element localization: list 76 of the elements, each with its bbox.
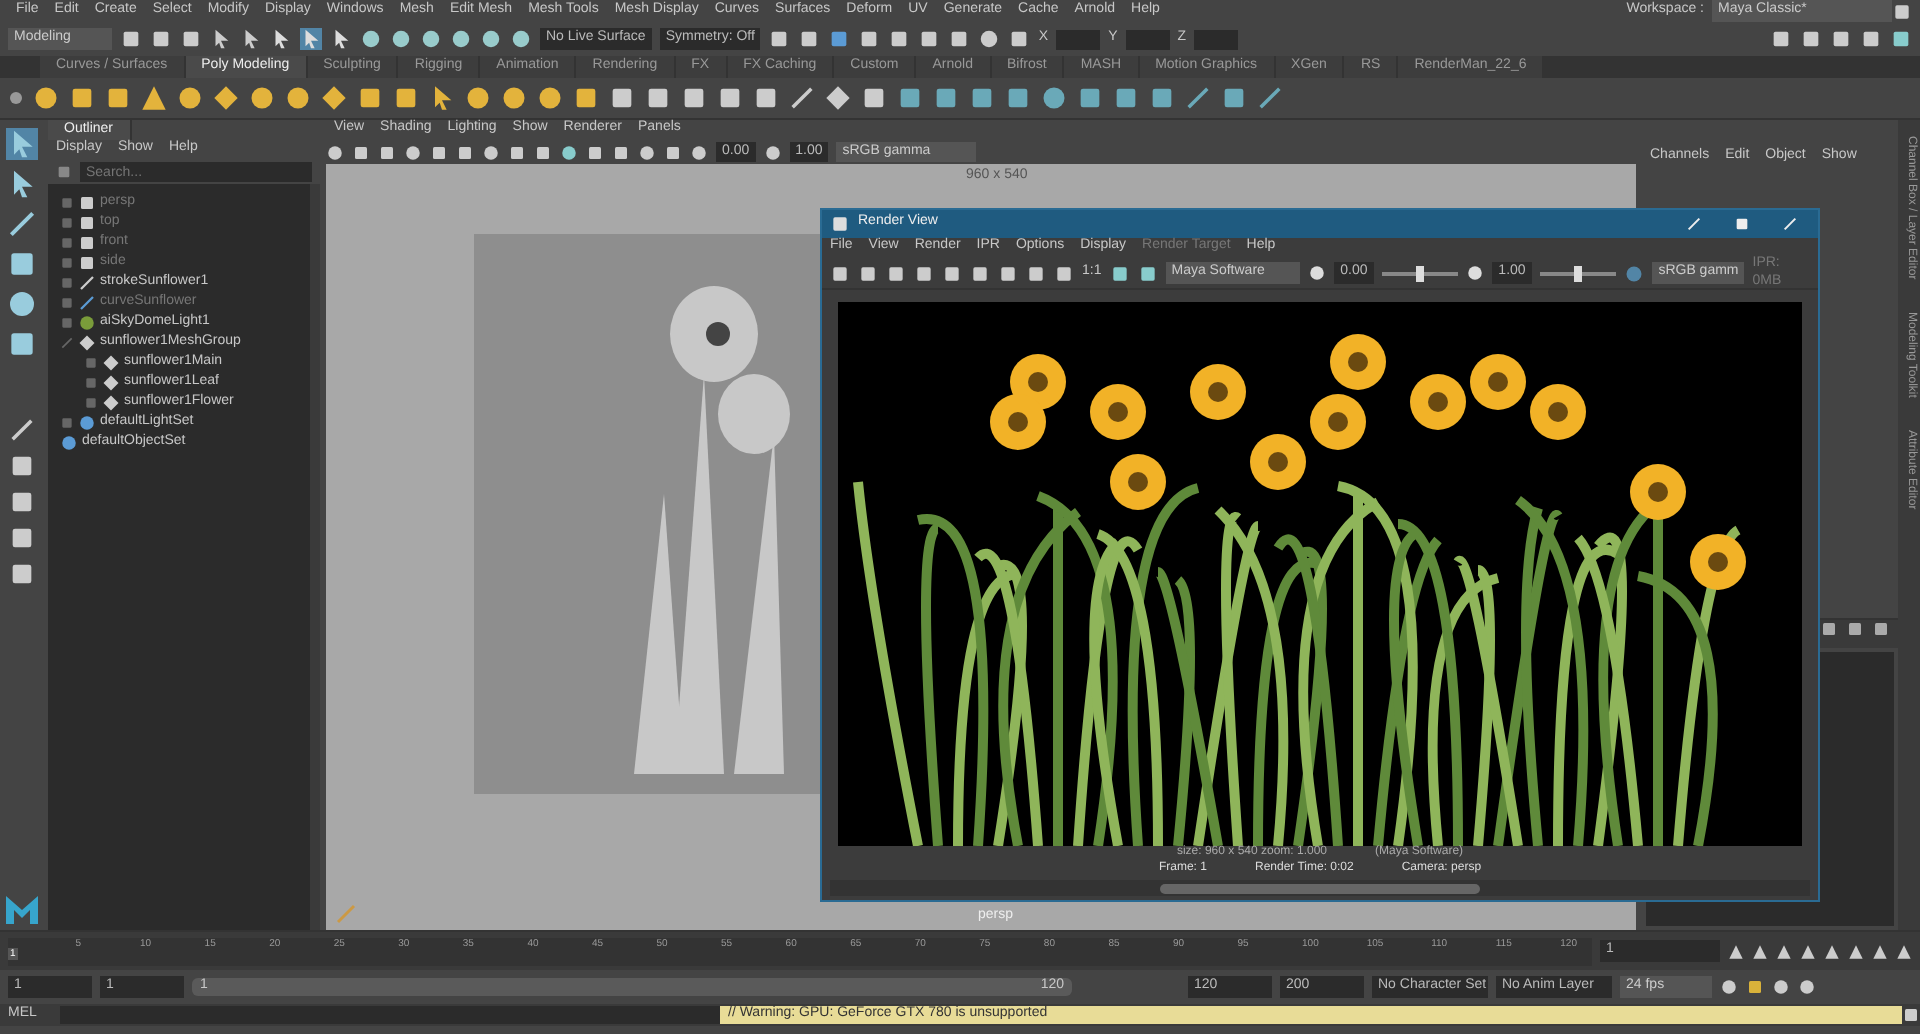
shelf-tool-icon[interactable]: [1076, 84, 1104, 112]
select-mode-icon[interactable]: [270, 28, 292, 50]
shelf-tool-icon[interactable]: [896, 84, 924, 112]
shelf-tool-icon[interactable]: [752, 84, 780, 112]
coordinate-field[interactable]: [1056, 29, 1101, 49]
shelf-tool-icon[interactable]: [464, 84, 492, 112]
shelf-tool-icon[interactable]: [1040, 84, 1068, 112]
shelf-tool-icon[interactable]: [104, 84, 132, 112]
shelf-tool-icon[interactable]: [140, 84, 168, 112]
coordinate-field[interactable]: [1194, 29, 1239, 49]
stroke-icon: [78, 273, 96, 291]
tool-icon[interactable]: [6, 208, 38, 240]
panel-toggle-icon[interactable]: [1770, 28, 1792, 50]
render-tool-icon[interactable]: [948, 28, 971, 50]
select-mode-icon[interactable]: [330, 28, 352, 50]
tool-icon[interactable]: [6, 288, 38, 320]
render-tool-icon[interactable]: [888, 28, 911, 50]
layout-icon[interactable]: [8, 488, 36, 516]
panel-toggle-icon[interactable]: [1890, 28, 1912, 50]
shelf-tool-icon[interactable]: [608, 84, 636, 112]
shelf-tool-icon[interactable]: [680, 84, 708, 112]
shelf-tool-icon[interactable]: [320, 84, 348, 112]
slider-thumb[interactable]: [1415, 265, 1424, 281]
shelf-tool-icon[interactable]: [248, 84, 276, 112]
shelf-options-icon[interactable]: [8, 90, 24, 106]
shelf-tool-icon[interactable]: [1004, 84, 1032, 112]
app-icon: [830, 213, 850, 234]
shelf-tool-icon[interactable]: [500, 84, 528, 112]
shelf-tool-icon[interactable]: [824, 84, 852, 112]
shelf-tool-icon[interactable]: [968, 84, 996, 112]
render-tool-icon[interactable]: [858, 28, 881, 50]
slider-thumb[interactable]: [1573, 265, 1582, 281]
compare-icon[interactable]: [1137, 263, 1158, 283]
shelf-tool-icon[interactable]: [1256, 84, 1284, 112]
snapshot-icon[interactable]: [1109, 263, 1130, 283]
layout-icon[interactable]: [8, 524, 36, 552]
shelf-tool-icon[interactable]: [572, 84, 600, 112]
shelf-tool-icon[interactable]: [392, 84, 420, 112]
maximize-icon[interactable]: [1734, 215, 1750, 232]
shelf-tool-icon[interactable]: [536, 84, 564, 112]
scrollbar-thumb[interactable]: [1160, 883, 1480, 893]
shelf-tool-icon[interactable]: [716, 84, 744, 112]
shelf-tool-icon[interactable]: [644, 84, 672, 112]
coordinate-field[interactable]: [1125, 29, 1170, 49]
panel-toggle-icon[interactable]: [1830, 28, 1852, 50]
render-tool-icon[interactable]: [918, 28, 941, 50]
command-input-field[interactable]: [60, 1006, 720, 1024]
shelf-tool-icon[interactable]: [284, 84, 312, 112]
shelf-tool-icon[interactable]: [1220, 84, 1248, 112]
shelf-tool-icon[interactable]: [788, 84, 816, 112]
script-editor-icon[interactable]: [1902, 1006, 1920, 1024]
shelf-tool-icon[interactable]: [932, 84, 960, 112]
app-logo: [6, 896, 38, 924]
shelf-tool-icon[interactable]: [32, 84, 60, 112]
shelf-tool-icon[interactable]: [356, 84, 384, 112]
layout-icon[interactable]: [8, 560, 36, 588]
layout-icon[interactable]: [8, 416, 36, 444]
tool-icon[interactable]: [6, 328, 38, 360]
shelf-tool-icon[interactable]: [176, 84, 204, 112]
shelf-tool-icon[interactable]: [860, 84, 888, 112]
panel-toggle-icon[interactable]: [1800, 28, 1822, 50]
shelf-tool-icon[interactable]: [68, 84, 96, 112]
render-tool-icon[interactable]: [798, 28, 821, 50]
render-tool-icon[interactable]: [1008, 28, 1031, 50]
layout-icon[interactable]: [8, 452, 36, 480]
shelf-tool-icon[interactable]: [1112, 84, 1140, 112]
group-icon: [78, 333, 96, 351]
shelf-tool-icon[interactable]: [212, 84, 240, 112]
shelf-tool-icon[interactable]: [1184, 84, 1212, 112]
panel-toggle-icon[interactable]: [1860, 28, 1882, 50]
collapse-icon[interactable]: [60, 335, 74, 349]
render-tool-icon[interactable]: [828, 28, 851, 50]
render-tool-icon[interactable]: [978, 28, 1001, 50]
shelf-tool-icon[interactable]: [1148, 84, 1176, 112]
tool-icon[interactable]: [6, 248, 38, 280]
render-tool-icon[interactable]: [768, 28, 791, 50]
